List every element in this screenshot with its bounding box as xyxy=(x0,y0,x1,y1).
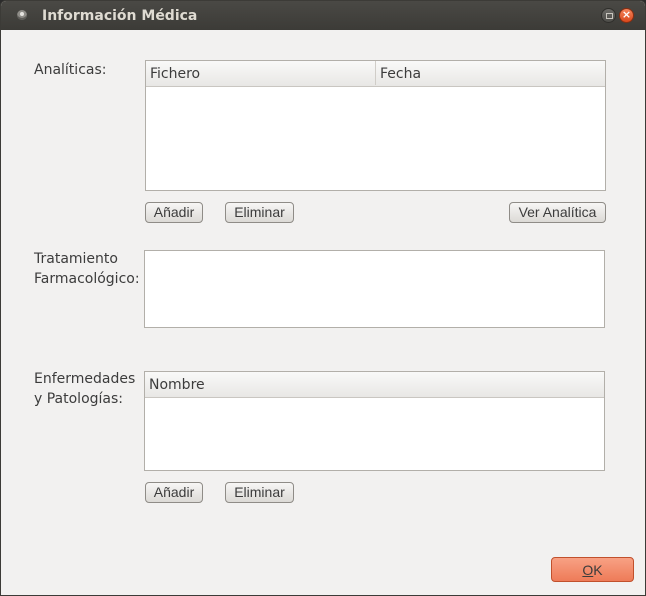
tratamiento-label: Tratamiento Farmacológico: xyxy=(34,249,140,289)
enfermedades-table-header: Nombre xyxy=(145,372,604,398)
analiticas-table-header: Fichero Fecha xyxy=(146,61,605,87)
window-title: Información Médica xyxy=(42,8,198,24)
enfermedades-label: Enfermedades y Patologías: xyxy=(34,369,135,409)
enfermedades-remove-button[interactable]: Eliminar xyxy=(225,482,294,503)
tratamiento-label-line1: Tratamiento xyxy=(34,251,118,267)
enfermedades-add-button[interactable]: Añadir xyxy=(145,482,203,503)
column-header-fichero[interactable]: Fichero xyxy=(146,61,375,85)
ok-button[interactable]: OK xyxy=(551,557,634,582)
analiticas-table[interactable]: Fichero Fecha xyxy=(145,60,606,191)
tratamiento-label-line2: Farmacológico: xyxy=(34,271,140,287)
ok-label-rest: K xyxy=(593,562,603,578)
medical-info-dialog: Información Médica × Analíticas: Fichero… xyxy=(0,0,646,596)
column-header-nombre[interactable]: Nombre xyxy=(145,372,604,396)
tratamiento-textarea[interactable] xyxy=(144,250,605,328)
column-header-fecha[interactable]: Fecha xyxy=(375,61,605,85)
maximize-icon[interactable] xyxy=(601,8,616,23)
enfermedades-label-line2: y Patologías: xyxy=(34,391,124,407)
ok-mnemonic: O xyxy=(582,562,594,578)
window-menu-icon[interactable] xyxy=(17,10,27,20)
close-icon[interactable]: × xyxy=(619,8,634,23)
enfermedades-table[interactable]: Nombre xyxy=(144,371,605,471)
analiticas-label: Analíticas: xyxy=(34,62,107,78)
analiticas-add-button[interactable]: Añadir xyxy=(145,202,203,223)
analiticas-remove-button[interactable]: Eliminar xyxy=(225,202,294,223)
enfermedades-label-line1: Enfermedades xyxy=(34,371,136,387)
title-bar[interactable]: Información Médica × xyxy=(1,1,645,30)
view-analitica-button[interactable]: Ver Analítica xyxy=(509,202,606,223)
